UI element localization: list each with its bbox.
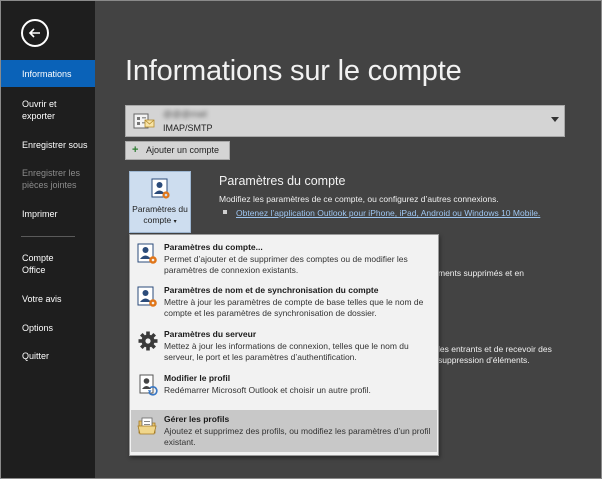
account-settings-button-label: Paramètres du compte ▾ [132,204,188,225]
sidebar-divider [21,236,75,237]
menu-item-title: Gérer les profils [164,414,230,424]
account-settings-menu: Paramètres du compte... Permet d’ajouter… [129,234,439,456]
section-description: Modifiez les paramètres de ce compte, ou… [219,194,499,204]
menu-item-account-settings[interactable]: Paramètres du compte... Permet d’ajouter… [131,238,437,280]
sidebar-item-print[interactable]: Imprimer [1,208,95,220]
sidebar-item-save-as[interactable]: Enregistrer sous [1,139,95,151]
menu-item-title: Paramètres de nom et de synchronisation … [164,285,379,295]
sidebar-item-label: Ouvrir et exporter [22,99,57,121]
chevron-down-icon [551,117,559,122]
menu-item-description: Mettez à jour les informations de connex… [164,341,409,362]
sidebar-item-informations[interactable]: Informations [1,60,95,87]
background-text: ments supprimés et en [438,268,524,278]
sidebar-item-feedback[interactable]: Votre avis [1,293,95,305]
sidebar-item-label: Compte Office [22,253,54,275]
account-email: @@@mail [163,109,207,119]
menu-item-name-sync-settings[interactable]: Paramètres de nom et de synchronisation … [131,281,437,324]
menu-item-title: Modifier le profil [164,373,231,383]
menu-item-title: Paramètres du serveur [164,329,257,339]
menu-item-change-profile[interactable]: Modifier le profil Redémarrer Microsoft … [131,369,437,406]
bullet-icon [223,210,227,214]
outlook-mobile-link[interactable]: Obtenez l’application Outlook pour iPhon… [236,208,540,218]
account-sync-icon [137,286,157,307]
add-account-button[interactable]: + Ajouter un compte [125,141,230,160]
profile-icon [139,374,158,396]
menu-item-title: Paramètres du compte... [164,242,263,252]
menu-item-description: Ajoutez et supprimez des profils, ou mod… [164,426,431,447]
menu-item-server-settings[interactable]: Paramètres du serveur Mettez à jour les … [131,325,437,368]
menu-item-manage-profiles[interactable]: Gérer les profils Ajoutez et supprimez d… [131,410,437,452]
chevron-down-icon: ▾ [173,219,177,225]
mail-account-icon [133,113,155,129]
back-arrow-icon [28,28,40,38]
sidebar-item-open-export[interactable]: Ouvrir et exporter [1,98,95,122]
account-settings-button[interactable]: Paramètres du compte ▾ [129,171,191,233]
account-settings-icon [137,243,157,264]
section-title: Paramètres du compte [219,174,346,188]
background-text: suppression d’éléments. [438,355,530,365]
menu-item-description: Permet d’ajouter et de supprimer des com… [164,254,408,275]
sidebar-item-options[interactable]: Options [1,322,95,334]
account-type: IMAP/SMTP [163,123,213,133]
manage-profiles-icon [137,417,157,435]
page-title: Informations sur le compte [125,55,462,87]
account-settings-icon [151,178,170,199]
back-button[interactable] [21,19,49,47]
gear-icon [138,331,158,351]
sidebar-item-label: Enregistrer les pièces jointes [22,168,81,190]
plus-icon: + [132,144,139,156]
backstage-window: Informations Ouvrir et exporter Enregist… [0,0,602,479]
menu-item-description: Mettre à jour les paramètres de compte d… [164,297,424,318]
background-text: les entrants et de recevoir des [438,344,552,354]
sidebar-item-quit[interactable]: Quitter [1,350,95,362]
sidebar: Informations Ouvrir et exporter Enregist… [1,1,95,478]
add-account-label: Ajouter un compte [146,145,220,155]
account-selector[interactable]: @@@mail IMAP/SMTP [125,105,565,137]
sidebar-item-office-account[interactable]: Compte Office [1,252,95,276]
sidebar-item-save-attachments: Enregistrer les pièces jointes [1,167,95,191]
menu-item-description: Redémarrer Microsoft Outlook et choisir … [164,385,371,395]
